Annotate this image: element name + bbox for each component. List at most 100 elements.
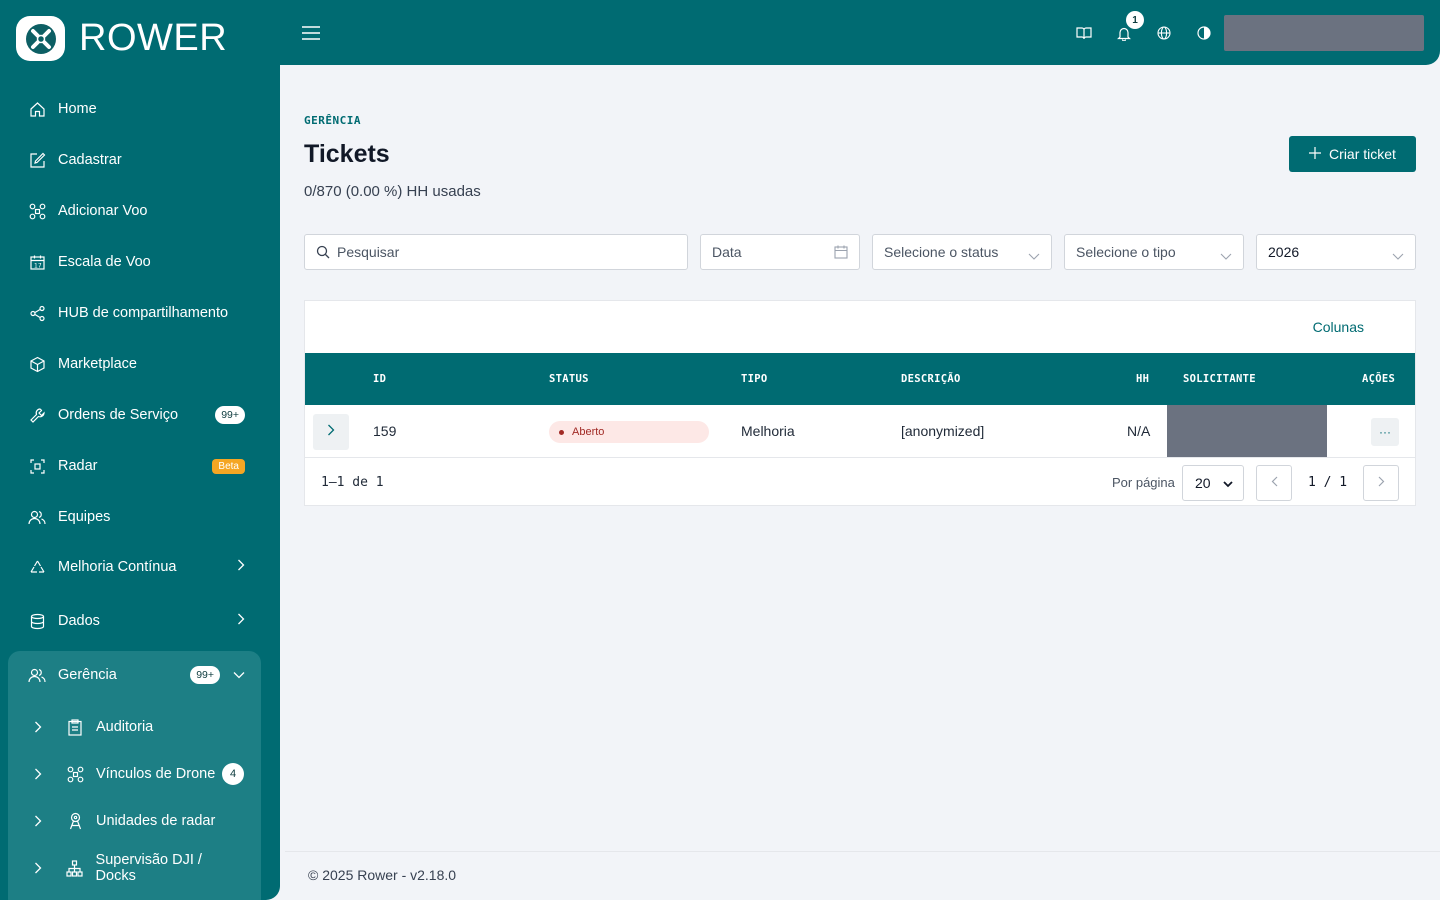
chevron-right-icon	[327, 423, 335, 441]
sidebar-subitem-auditoria[interactable]: Auditoria	[34, 714, 244, 740]
page-indicator: 1 / 1	[1308, 475, 1348, 490]
sidebar-item-label: Cadastrar	[58, 152, 122, 168]
chevron-down-icon	[1223, 475, 1233, 491]
sidebar-item-cadastrar[interactable]: Cadastrar	[28, 147, 248, 173]
chevron-right-icon	[237, 559, 245, 575]
column-header-solicitante[interactable]: SOLICITANTE	[1183, 373, 1256, 385]
drone-icon	[66, 765, 84, 783]
date-picker[interactable]: Data	[700, 234, 860, 270]
top-bar: ROWER 1	[0, 0, 1440, 65]
drone-icon	[28, 202, 46, 220]
column-header-descricao[interactable]: DESCRIÇÃO	[901, 373, 961, 385]
chevron-right-icon	[34, 768, 48, 780]
sidebar-item-marketplace[interactable]: Marketplace	[28, 351, 248, 377]
sidebar-subitem-unidades-de-radar[interactable]: Unidades de radar	[34, 808, 244, 834]
sidebar-item-radar[interactable]: Radar Beta	[28, 453, 248, 479]
footer-text: © 2025 Rower - v2.18.0	[308, 867, 457, 883]
calendar-icon	[834, 245, 848, 262]
status-select[interactable]: Selecione o status	[872, 234, 1052, 270]
database-icon	[28, 612, 46, 630]
cell-tipo: Melhoria	[741, 423, 795, 439]
year-value: 2026	[1268, 244, 1300, 260]
sidebar-item-label: Dados	[58, 613, 100, 629]
sidebar-subitem-label: Vínculos de Drone	[96, 766, 216, 782]
year-select[interactable]: 2026	[1256, 234, 1416, 270]
type-select[interactable]: Selecione o tipo	[1064, 234, 1244, 270]
bell-icon[interactable]: 1	[1114, 11, 1144, 46]
column-header-hh[interactable]: HH	[1136, 373, 1149, 385]
sidebar-item-home[interactable]: Home	[28, 96, 248, 122]
chevron-down-icon	[1220, 248, 1232, 264]
row-actions-button[interactable]: ···	[1371, 418, 1399, 446]
date-placeholder: Data	[712, 244, 742, 260]
sidebar-item-gerencia[interactable]: Gerência 99+	[28, 662, 248, 688]
table-row[interactable]: 159 Aberto Melhoria [anonymized] N/A ···	[305, 405, 1415, 458]
chevron-left-icon	[1271, 474, 1278, 492]
cell-hh: N/A	[1127, 423, 1151, 439]
sidebar-item-hub[interactable]: HUB de compartilhamento	[28, 300, 248, 326]
chevron-right-icon	[1378, 474, 1385, 492]
search-input[interactable]: Pesquisar	[304, 234, 688, 270]
status-dot	[559, 429, 564, 435]
cell-id: 159	[373, 423, 397, 439]
beta-tag: Beta	[212, 458, 245, 474]
sidebar-subitem-supervisao-dji[interactable]: Supervisão DJI / Docks	[34, 852, 244, 884]
sidebar-item-melhoria-continua[interactable]: Melhoria Contínua	[28, 554, 248, 580]
box-icon	[28, 355, 46, 373]
sidebar-item-label: Equipes	[58, 509, 111, 525]
svg-text:17: 17	[34, 262, 42, 269]
calendar-icon: 17	[28, 253, 46, 271]
sidebar-item-label: Gerência	[58, 667, 117, 683]
drone-logo-icon	[16, 16, 65, 61]
column-header-status[interactable]: STATUS	[549, 373, 589, 385]
create-ticket-button[interactable]: Criar ticket	[1289, 136, 1416, 172]
book-icon[interactable]	[1074, 20, 1094, 46]
status-badge: Aberto	[549, 421, 709, 443]
type-placeholder: Selecione o tipo	[1076, 244, 1176, 260]
sidebar-item-escala-de-voo[interactable]: 17 Escala de Voo	[28, 249, 248, 275]
sidebar-item-label: Radar	[58, 458, 98, 474]
table-header: ID STATUS TIPO DESCRIÇÃO HH SOLICITANTE …	[305, 353, 1415, 405]
network-icon	[66, 859, 84, 877]
sidebar-item-ordens-de-servico[interactable]: Ordens de Serviço 99+	[28, 402, 248, 428]
columns-button[interactable]: Colunas	[1313, 319, 1364, 335]
sidebar-item-equipes[interactable]: Equipes	[28, 504, 248, 530]
sidebar-item-label: Ordens de Serviço	[58, 407, 179, 423]
next-page-button[interactable]	[1363, 465, 1399, 501]
share-icon	[28, 304, 46, 322]
sidebar-subitem-vinculos-de-drone[interactable]: Vínculos de Drone 4	[34, 761, 244, 787]
users-icon	[28, 508, 46, 526]
chevron-down-icon	[1028, 248, 1040, 264]
plus-icon	[1309, 146, 1322, 162]
sidebar-item-adicionar-voo[interactable]: Adicionar Voo	[28, 198, 248, 224]
column-header-tipo[interactable]: TIPO	[741, 373, 768, 385]
per-page-value: 20	[1195, 475, 1211, 491]
footer-divider	[285, 851, 1440, 852]
recycle-icon	[28, 558, 46, 576]
per-page-label: Por página	[1112, 475, 1175, 490]
expand-row-button[interactable]	[313, 414, 349, 450]
search-placeholder: Pesquisar	[337, 244, 400, 260]
user-menu[interactable]	[1224, 15, 1424, 51]
hh-usage-text: 0/870 (0.00 %) HH usadas	[304, 183, 481, 200]
cell-descricao: [anonymized]	[901, 423, 985, 439]
per-page-select[interactable]: 20	[1182, 465, 1244, 501]
radar-icon	[28, 457, 46, 475]
tickets-table: Colunas ID STATUS TIPO DESCRIÇÃO HH SOLI…	[304, 300, 1416, 506]
sidebar-subitem-label: Unidades de radar	[96, 813, 216, 829]
sidebar-subitem-label: Supervisão DJI / Docks	[95, 852, 202, 884]
sidebar-item-label: Marketplace	[58, 356, 137, 372]
status-placeholder: Selecione o status	[884, 244, 999, 260]
brand-logo[interactable]: ROWER	[16, 16, 227, 61]
previous-page-button[interactable]	[1256, 465, 1292, 501]
globe-icon[interactable]	[1154, 20, 1174, 46]
column-header-id[interactable]: ID	[373, 373, 386, 385]
sidebar-item-label: Escala de Voo	[58, 254, 151, 270]
count-badge: 99+	[190, 666, 220, 684]
sidebar-item-dados[interactable]: Dados	[28, 608, 248, 634]
chevron-right-icon	[34, 721, 48, 733]
menu-toggle-icon[interactable]	[300, 22, 322, 44]
chevron-right-icon	[237, 613, 245, 629]
sidebar-subitem-label: Auditoria	[96, 719, 154, 735]
theme-toggle-icon[interactable]	[1194, 20, 1214, 46]
